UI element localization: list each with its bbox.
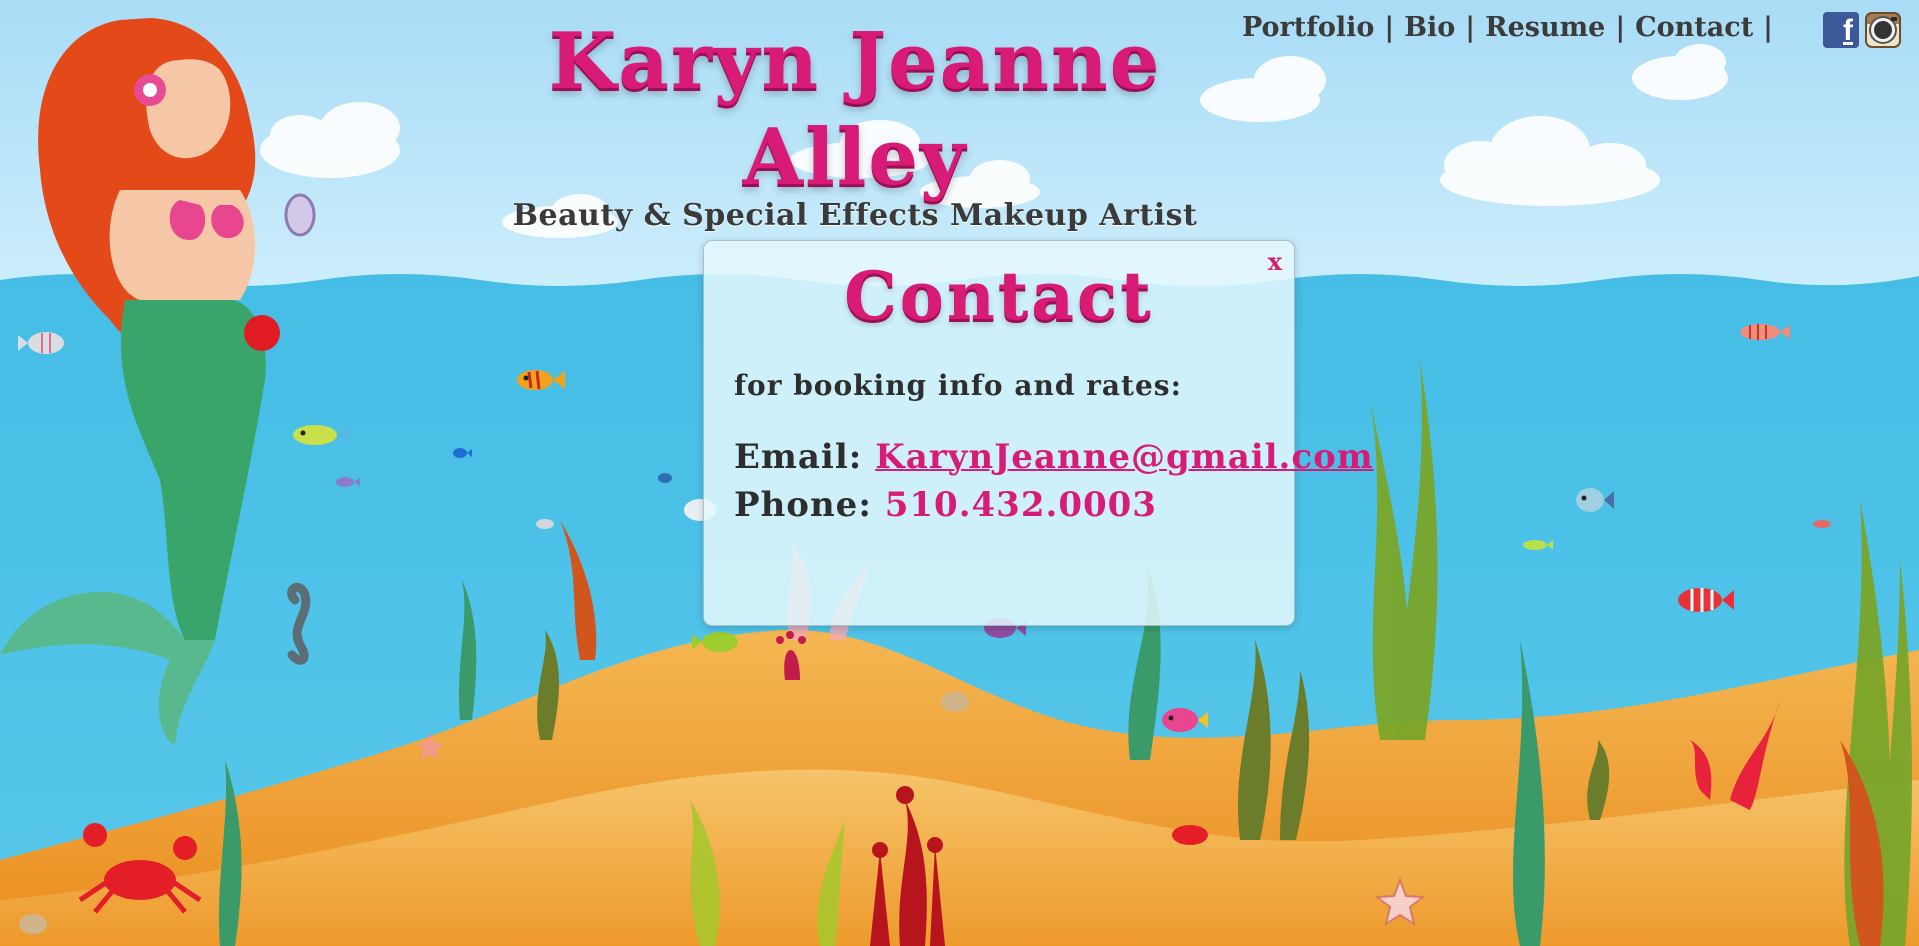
nav-contact-link[interactable]: Contact <box>1631 12 1757 43</box>
facebook-icon[interactable]: f <box>1823 12 1859 48</box>
email-label: Email: <box>734 437 863 477</box>
nav-separator: | <box>1615 12 1626 43</box>
nav-portfolio-link[interactable]: Portfolio <box>1238 12 1378 43</box>
contact-dialog: x Contact for booking info and rates: Em… <box>703 240 1373 626</box>
instagram-icon[interactable] <box>1865 12 1901 48</box>
phone-label: Phone: <box>734 485 872 525</box>
site-tagline: Beauty & Special Effects Makeup Artist <box>512 198 1198 233</box>
site-header: Karyn Jeanne Alley Beauty & Special Effe… <box>495 14 1215 233</box>
email-link[interactable]: KarynJeanne@gmail.com <box>875 437 1374 477</box>
nav-separator: | <box>1384 12 1395 43</box>
social-links: f <box>1823 12 1901 48</box>
nav-resume-link[interactable]: Resume <box>1481 12 1609 43</box>
dialog-title: Contact <box>844 257 1154 335</box>
phone-number: 510.432.0003 <box>884 485 1157 525</box>
nav-bio-link[interactable]: Bio <box>1400 12 1459 43</box>
nav-separator: | <box>1465 12 1476 43</box>
booking-intro-text: for booking info and rates: <box>734 369 1182 402</box>
phone-row: Phone: 510.432.0003 <box>734 485 1157 525</box>
top-navigation: Portfolio | Bio | Resume | Contact | <box>1238 12 1779 43</box>
nav-separator: | <box>1763 12 1773 43</box>
email-row: Email: KarynJeanne@gmail.com <box>734 437 1374 477</box>
site-title[interactable]: Karyn Jeanne Alley <box>495 14 1215 206</box>
